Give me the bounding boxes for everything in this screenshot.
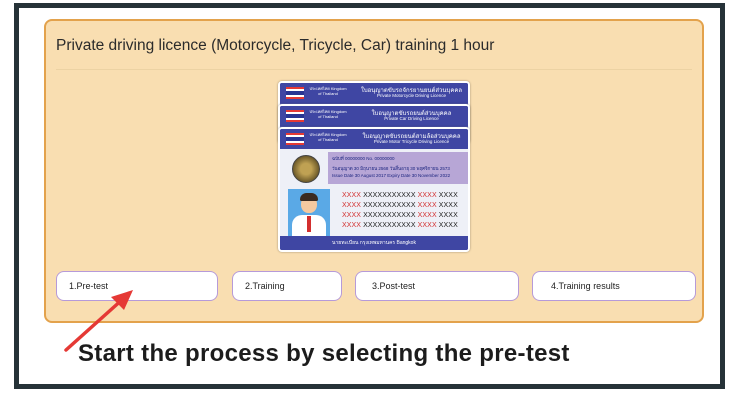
instruction-caption: Start the process by selecting the pre-t… bbox=[78, 340, 570, 367]
annotation-arrow-icon bbox=[64, 290, 133, 352]
